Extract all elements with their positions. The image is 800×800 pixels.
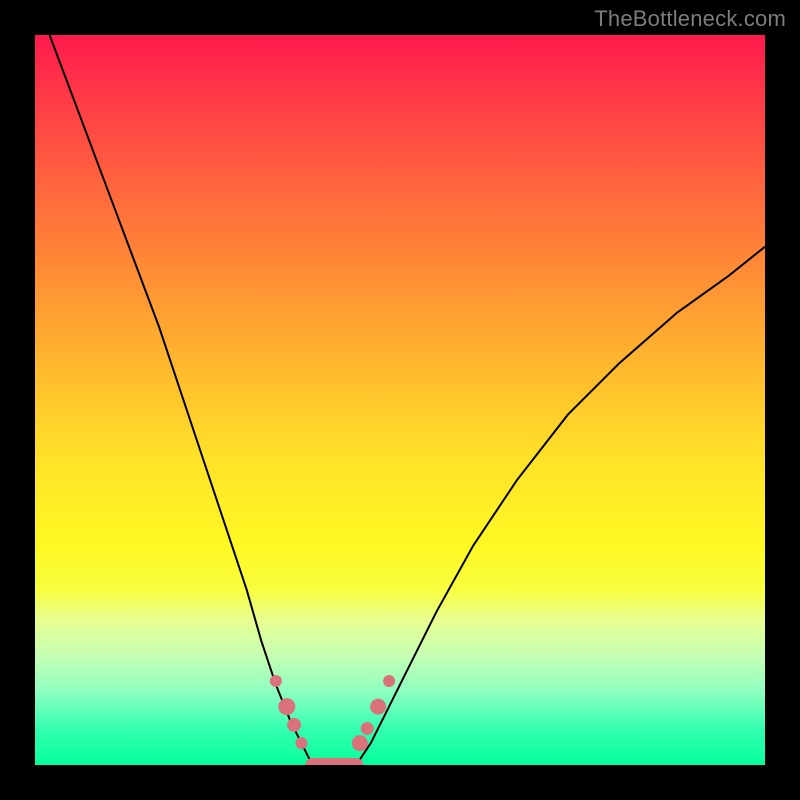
highlight-dot <box>370 699 386 715</box>
plot-area <box>35 35 765 765</box>
highlight-dot <box>287 718 301 732</box>
highlight-dot <box>352 735 368 751</box>
highlight-dot <box>361 722 374 735</box>
curve-right <box>356 247 765 765</box>
highlight-dot <box>295 737 307 749</box>
markers-group <box>270 675 395 751</box>
highlight-dot <box>383 675 395 687</box>
chart-frame: TheBottleneck.com <box>0 0 800 800</box>
watermark-text: TheBottleneck.com <box>594 6 786 32</box>
curve-layer <box>35 35 765 765</box>
highlight-dot <box>270 675 282 687</box>
highlight-dot <box>278 698 295 715</box>
curve-left <box>50 35 313 765</box>
